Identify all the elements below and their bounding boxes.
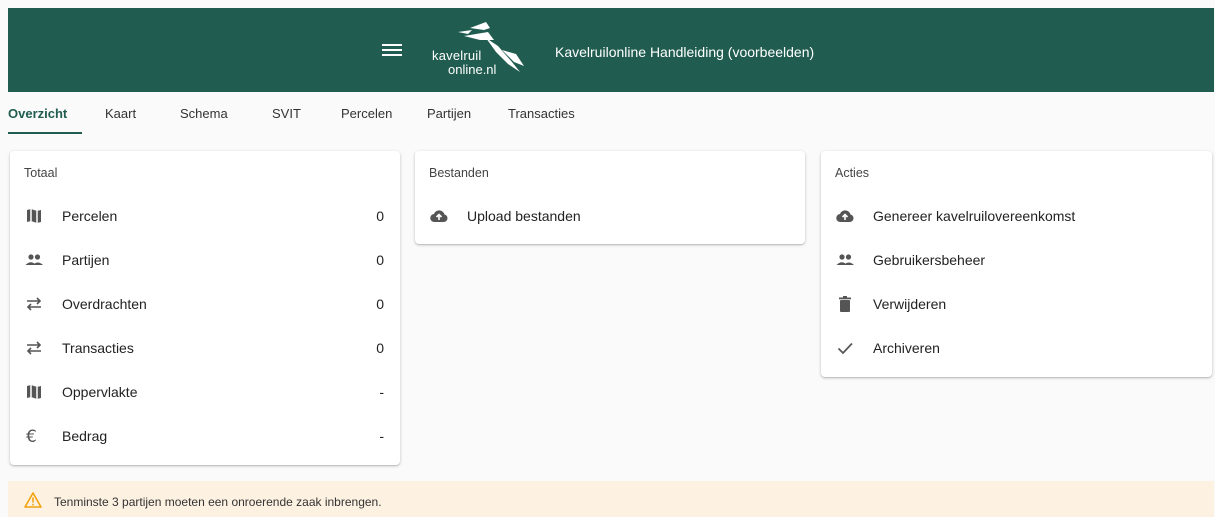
totaal-row-label: Bedrag <box>62 428 108 444</box>
tab-overzicht[interactable]: Overzicht <box>8 106 67 121</box>
totaal-row-value: 0 <box>376 340 384 356</box>
swap-icon <box>26 297 42 311</box>
archiveren-button[interactable]: Archiveren <box>821 328 1212 368</box>
totaal-row-label: Oppervlakte <box>62 384 138 400</box>
totaal-row-bedrag: € Bedrag - <box>10 416 400 456</box>
totaal-row-value: 0 <box>376 296 384 312</box>
cloud-upload-icon <box>836 210 854 223</box>
tab-partijen[interactable]: Partijen <box>427 106 471 121</box>
totaal-row-label: Partijen <box>62 252 110 268</box>
totaal-row-label: Overdrachten <box>62 296 147 312</box>
tab-schema[interactable]: Schema <box>180 106 228 121</box>
svg-text:€: € <box>26 427 37 446</box>
genereer-kavelruilovereenkomst-button[interactable]: Genereer kavelruilovereenkomst <box>821 196 1212 236</box>
totaal-row-label: Transacties <box>62 340 134 356</box>
warning-banner: Tenminste 3 partijen moeten een onroeren… <box>8 481 1214 517</box>
warning-icon <box>24 492 42 508</box>
bestanden-card: Bestanden Upload bestanden <box>415 151 805 244</box>
logo-text-line1: kavelruil <box>432 48 482 63</box>
upload-bestanden-button[interactable]: Upload bestanden <box>415 196 805 236</box>
archiveren-label: Archiveren <box>873 340 940 356</box>
totaal-row-value: 0 <box>376 252 384 268</box>
totaal-row-partijen: Partijen 0 <box>10 240 400 280</box>
map-icon <box>27 209 41 223</box>
verwijderen-label: Verwijderen <box>873 296 947 312</box>
logo-text-line2: online.nl <box>448 62 497 77</box>
warning-text: Tenminste 3 partijen moeten een onroeren… <box>54 495 382 509</box>
totaal-card-title: Totaal <box>24 166 58 180</box>
totaal-row-transacties: Transacties 0 <box>10 328 400 368</box>
app-header: kavelruil online.nl Kavelruilonline Hand… <box>8 8 1214 92</box>
totaal-row-value: - <box>379 428 384 444</box>
genereer-label: Genereer kavelruilovereenkomst <box>873 208 1076 224</box>
gebruikersbeheer-button[interactable]: Gebruikersbeheer <box>821 240 1212 280</box>
totaal-row-percelen: Percelen 0 <box>10 196 400 236</box>
active-tab-indicator <box>8 132 82 134</box>
verwijderen-button[interactable]: Verwijderen <box>821 284 1212 324</box>
trash-icon <box>839 296 851 312</box>
upload-bestanden-label: Upload bestanden <box>467 208 581 224</box>
euro-icon: € <box>26 427 37 446</box>
map-icon <box>27 385 41 399</box>
app-title: Kavelruilonline Handleiding (voorbeelden… <box>555 44 815 60</box>
people-icon <box>836 254 854 265</box>
totaal-row-label: Percelen <box>62 208 118 224</box>
tab-kaart[interactable]: Kaart <box>105 106 136 121</box>
check-icon <box>837 342 853 355</box>
swap-icon <box>26 341 42 355</box>
gebruikersbeheer-label: Gebruikersbeheer <box>873 252 986 268</box>
hamburger-menu-icon[interactable] <box>382 41 402 59</box>
kavelruil-logo[interactable]: kavelruil online.nl <box>428 18 538 82</box>
tab-bar: Overzicht Kaart Schema SVIT Percelen Par… <box>8 92 1214 136</box>
people-icon <box>25 254 43 265</box>
totaal-row-oppervlakte: Oppervlakte - <box>10 372 400 412</box>
totaal-row-value: - <box>379 384 384 400</box>
tab-transacties[interactable]: Transacties <box>508 106 575 121</box>
acties-card: Acties Genereer kavelruilovereenkomst Ge… <box>821 151 1212 377</box>
totaal-row-value: 0 <box>376 208 384 224</box>
tab-svit[interactable]: SVIT <box>272 106 301 121</box>
tab-percelen[interactable]: Percelen <box>341 106 392 121</box>
acties-card-title: Acties <box>835 166 870 180</box>
cloud-upload-icon <box>430 210 448 223</box>
bestanden-card-title: Bestanden <box>429 166 489 180</box>
totaal-row-overdrachten: Overdrachten 0 <box>10 284 400 324</box>
totaal-card: Totaal Percelen 0 Partijen 0 Overdrachte… <box>10 151 400 465</box>
